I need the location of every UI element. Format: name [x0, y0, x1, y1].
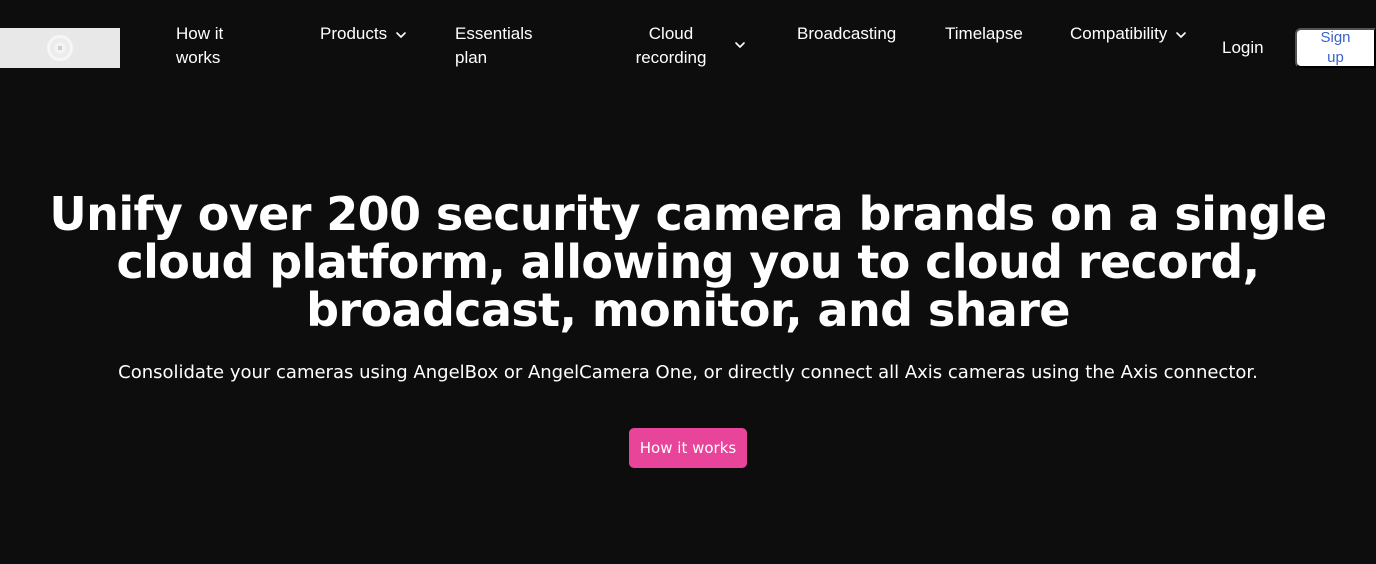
nav-products-label: Products — [320, 24, 388, 43]
nav-broadcasting[interactable]: Broadcasting — [797, 22, 896, 46]
nav-compatibility-label: Compatibility — [1070, 24, 1168, 43]
site-logo[interactable] — [0, 28, 120, 68]
nav-timelapse[interactable]: Timelapse — [945, 22, 1023, 46]
nav-compatibility[interactable]: Compatibility — [1070, 22, 1188, 46]
how-it-works-button[interactable]: How it works — [629, 428, 747, 468]
top-navbar: How it works Products Essentials plan Cl… — [0, 0, 1376, 96]
chevron-down-icon — [733, 38, 747, 52]
nav-products[interactable]: Products — [320, 22, 408, 46]
chevron-down-icon — [1174, 28, 1188, 42]
nav-essentials-plan[interactable]: Essentials plan — [455, 22, 545, 70]
nav-broadcasting-label: Broadcasting — [797, 24, 897, 43]
chevron-down-icon — [394, 28, 408, 42]
nav-how-it-works[interactable]: How it works — [176, 22, 256, 70]
nav-timelapse-label: Timelapse — [945, 24, 1023, 43]
nav-cloud-recording-label: Cloud recording — [635, 24, 707, 67]
login-link[interactable]: Login — [1222, 36, 1264, 60]
hero-subtitle: Consolidate your cameras using AngelBox … — [118, 362, 1258, 383]
nav-essentials-plan-label: Essentials plan — [455, 24, 533, 67]
nav-cloud-recording[interactable]: Cloud recording — [635, 22, 755, 70]
logo-icon — [47, 35, 73, 61]
nav-how-it-works-label: How it works — [176, 24, 224, 67]
hero-section: Unify over 200 security camera brands on… — [0, 190, 1376, 386]
signup-button[interactable]: Sign up — [1295, 28, 1376, 68]
hero-title: Unify over 200 security camera brands on… — [49, 187, 1327, 337]
